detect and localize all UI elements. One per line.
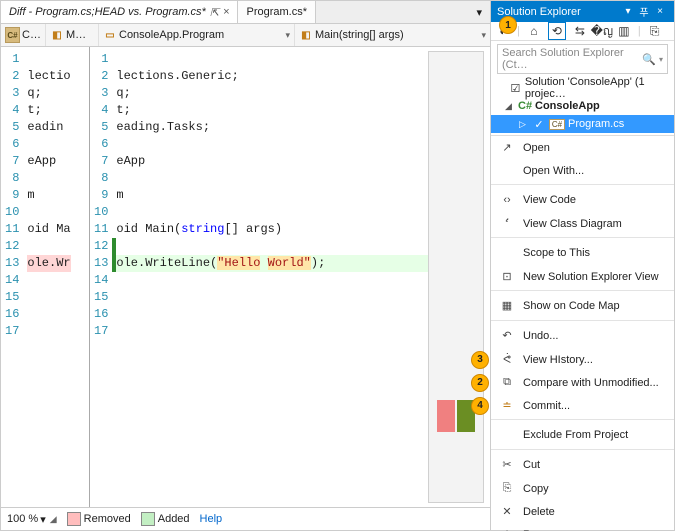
tab-file-label: Program.cs* (246, 6, 307, 18)
menu-new-view[interactable]: ⊡New Solution Explorer View (491, 265, 674, 288)
menu-cut[interactable]: ✂Cut (491, 449, 674, 477)
nav-method[interactable]: ◧ Main(string[] args) ▾ (295, 24, 490, 46)
line-gutter-left: 1234567891011121314151617 (1, 47, 23, 507)
diff-left-pane: 1234567891011121314151617 lectioq;t;eadi… (1, 47, 90, 507)
menu-rename[interactable]: I̲Rename (491, 523, 674, 531)
pin-icon[interactable]: 푸 (636, 4, 652, 19)
menu-exclude[interactable]: Exclude From Project (491, 419, 674, 447)
diff-right-pane: 1234567891011121314151617 lections.Gener… (90, 47, 490, 507)
delete-icon: ✕ (499, 504, 515, 520)
diff-viewer: 1234567891011121314151617 lectioq;t;eadi… (1, 47, 490, 507)
menu-open-with[interactable]: Open With... (491, 159, 674, 182)
cut-icon: ✂ (499, 457, 515, 473)
tab-close-icon[interactable]: × (223, 6, 229, 18)
chevron-down-icon: ▾ (40, 513, 46, 526)
search-icon: 🔍 (642, 53, 656, 66)
solution-explorer-toolbar: ◐ | ⌂ ⟲ 1 ⇆ �ญ ▥ | ⎘ (491, 22, 674, 41)
csharp-file-icon: C# (549, 119, 565, 130)
menu-commit[interactable]: 4≐Commit... (491, 394, 674, 417)
menu-delete[interactable]: ✕Delete (491, 500, 674, 523)
method-icon: ◧ (50, 28, 64, 42)
close-icon[interactable]: × (652, 6, 668, 17)
help-link[interactable]: Help (200, 513, 223, 525)
tab-diff-label: Diff - Program.cs;HEAD vs. Program.cs* (9, 6, 206, 18)
diff-footer: 100 % ▾ ◢ Removed Added Help (1, 507, 490, 530)
line-gutter-right: 1234567891011121314151617 (90, 47, 112, 507)
properties-icon[interactable]: ⎘ (647, 23, 663, 39)
chevron-down-icon: ▾ (659, 55, 663, 64)
menu-copy[interactable]: ⎘Copy (491, 477, 674, 500)
window-icon: ⊡ (499, 269, 515, 285)
map-icon: ▦ (499, 298, 515, 314)
method-icon: ◧ (299, 28, 313, 42)
code-icon: ‹› (499, 192, 515, 208)
diff-overview-ruler[interactable] (428, 51, 484, 503)
solution-explorer-search[interactable]: Search Solution Explorer (Ct… 🔍 ▾ (497, 44, 668, 74)
menu-open[interactable]: ↗Open (491, 136, 674, 159)
menu-history[interactable]: 3ᕚView HIstory... (491, 348, 674, 371)
tree-file-node[interactable]: ▷ ✓ C# Program.cs (491, 115, 674, 133)
menu-view-code[interactable]: ‹›View Code (491, 184, 674, 212)
sync-active-doc-icon[interactable]: ⟲ 1 (548, 22, 566, 40)
menu-view-class-diagram[interactable]: ᔊView Class Diagram (491, 212, 674, 235)
copy-icon: ⎘ (499, 481, 515, 497)
nav-class-left[interactable]: C# C… (1, 24, 46, 46)
legend-removed: Removed (67, 512, 131, 526)
vcs-status-icon: ✓ (532, 118, 546, 131)
resize-grip-icon[interactable]: ◢ (50, 514, 57, 525)
chevron-down-icon: ▾ (481, 30, 486, 41)
zoom-control[interactable]: 100 % ▾ ◢ (7, 513, 57, 526)
chevron-down-icon: ▾ (285, 30, 290, 41)
callout-4: 4 (471, 397, 489, 415)
overview-removed-marker (437, 400, 455, 432)
context-menu: ↗Open Open With... ‹›View Code ᔊView Cla… (491, 135, 674, 531)
commit-icon: ≐ (499, 398, 515, 414)
open-icon: ↗ (499, 140, 515, 156)
compare-icon: ⧉ (499, 375, 515, 391)
code-left[interactable]: lectioq;t;eadineAppmoid Maole.Wr (23, 47, 70, 507)
tab-pin-icon[interactable]: ⇱ (210, 6, 219, 19)
tab-diff[interactable]: Diff - Program.cs;HEAD vs. Program.cs* ⇱… (1, 0, 238, 23)
solution-explorer-panel: Solution Explorer ▾ 푸 × ◐ | ⌂ ⟲ 1 ⇆ �ญ ▥… (491, 1, 674, 530)
expand-icon[interactable]: ◢ (505, 101, 515, 112)
nav-class[interactable]: ▭ ConsoleApp.Program ▾ (99, 24, 295, 46)
collapse-icon[interactable]: �ญ (594, 23, 610, 39)
code-nav-bar: C# C… ◧ M… ▭ ConsoleApp.Program ▾ ◧ Main… (1, 24, 490, 47)
window-menu-icon[interactable]: ▾ (620, 6, 636, 17)
solution-tree: ☑ Solution 'ConsoleApp' (1 projec… ◢ C# … (491, 77, 674, 135)
tab-overflow-icon[interactable]: ▾ (468, 1, 490, 23)
solution-icon: ☑ (509, 82, 522, 95)
legend-added: Added (141, 512, 190, 526)
diagram-icon: ᔊ (499, 216, 515, 232)
tab-file[interactable]: Program.cs* (238, 1, 316, 23)
code-right[interactable]: lections.Generic;q;t;eading.Tasks;eAppmo… (112, 47, 428, 507)
panel-title-bar[interactable]: Solution Explorer ▾ 푸 × (491, 1, 674, 22)
refresh-icon[interactable]: ⇆ (572, 23, 588, 39)
search-placeholder: Search Solution Explorer (Ct… (502, 47, 642, 71)
class-icon: ▭ (103, 28, 117, 42)
menu-undo[interactable]: ↶Undo... (491, 320, 674, 348)
csproj-icon: C# (518, 100, 532, 112)
csharp-icon: C# (5, 27, 20, 43)
menu-scope[interactable]: Scope to This (491, 237, 674, 265)
nav-member-left[interactable]: ◧ M… (46, 24, 99, 46)
callout-2: 2 (471, 374, 489, 392)
menu-compare[interactable]: 2⧉Compare with Unmodified... (491, 371, 674, 394)
expand-icon[interactable]: ▷ (519, 119, 529, 130)
rename-icon: I̲ (499, 527, 515, 531)
menu-code-map[interactable]: ▦Show on Code Map (491, 290, 674, 318)
undo-icon: ↶ (499, 328, 515, 344)
callout-1: 1 (499, 16, 517, 34)
history-icon: ᕚ (499, 352, 515, 368)
editor-tab-strip: Diff - Program.cs;HEAD vs. Program.cs* ⇱… (1, 1, 490, 24)
home-icon[interactable]: ⌂ (526, 23, 542, 39)
tree-solution-node[interactable]: ☑ Solution 'ConsoleApp' (1 projec… (491, 79, 674, 97)
callout-3: 3 (471, 351, 489, 369)
show-all-icon[interactable]: ▥ (616, 23, 632, 39)
